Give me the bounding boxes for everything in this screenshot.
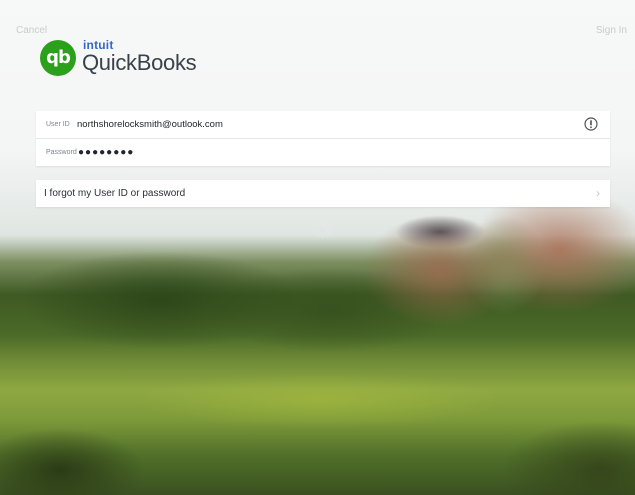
- chevron-right-icon: ›: [596, 186, 600, 200]
- qb-badge-icon: qb: [40, 40, 76, 76]
- login-form: User ID Password ●●●●●●●●: [36, 111, 610, 166]
- login-screen: Cancel Sign In qb intuit QuickBooks User…: [0, 0, 635, 495]
- quickbooks-logo: qb intuit QuickBooks: [40, 38, 220, 82]
- forgot-credentials-button[interactable]: I forgot my User ID or password ›: [36, 180, 610, 207]
- password-label: Password: [46, 149, 77, 156]
- cancel-button[interactable]: Cancel: [16, 25, 47, 36]
- user-id-label: User ID: [46, 121, 70, 128]
- password-row: Password ●●●●●●●●: [36, 138, 610, 166]
- user-id-row: User ID: [36, 111, 610, 138]
- info-circle-icon[interactable]: [584, 117, 598, 131]
- loading-spinner-icon: [314, 221, 332, 239]
- forgot-credentials-label: I forgot my User ID or password: [44, 188, 186, 199]
- password-input[interactable]: ●●●●●●●●: [78, 147, 610, 158]
- sign-in-button[interactable]: Sign In: [596, 25, 627, 36]
- product-name: QuickBooks: [82, 50, 197, 75]
- user-id-input[interactable]: [77, 119, 610, 130]
